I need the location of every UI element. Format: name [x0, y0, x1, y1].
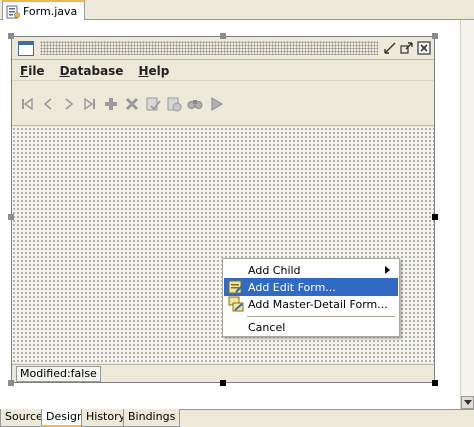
- menu-item-add-master-detail-form[interactable]: Add Master-Detail Form...: [224, 295, 398, 313]
- resize-handle-left[interactable]: [8, 214, 14, 220]
- scroll-down-button[interactable]: [461, 396, 474, 409]
- submenu-arrow-icon: [385, 266, 390, 274]
- menu-separator: [247, 316, 395, 317]
- rollback-icon[interactable]: [165, 94, 182, 114]
- menu-item-add-child[interactable]: Add Child: [224, 261, 398, 279]
- editor-tab-bar: Form.java: [0, 0, 474, 21]
- context-menu: Add Child Add Edit Form... Add Master-De…: [222, 258, 400, 337]
- master-detail-form-icon: [228, 296, 244, 312]
- edit-form-icon: [228, 280, 244, 294]
- first-record-icon[interactable]: [18, 94, 35, 114]
- menu-item-cancel[interactable]: Cancel: [224, 318, 398, 336]
- editor-view-tabs: Source Design History Bindings: [0, 409, 474, 427]
- resize-handle-bottom-right[interactable]: [432, 380, 438, 386]
- window-icon: [18, 41, 34, 56]
- insert-record-icon[interactable]: [102, 94, 119, 114]
- close-icon[interactable]: [416, 40, 432, 56]
- status-label: Modified:false: [16, 366, 101, 382]
- find-icon[interactable]: [186, 94, 203, 114]
- maximize-icon[interactable]: [399, 40, 415, 56]
- title-bar-texture: [40, 41, 378, 55]
- menu-file[interactable]: File: [20, 64, 45, 78]
- editor-tab-form-java[interactable]: Form.java: [2, 0, 85, 21]
- resize-handle-top[interactable]: [220, 33, 226, 39]
- resize-handle-bottom[interactable]: [220, 380, 226, 386]
- navigation-toolbar: [12, 83, 434, 126]
- chevron-down-icon: [463, 399, 472, 405]
- tab-bindings[interactable]: Bindings: [123, 409, 181, 427]
- last-record-icon[interactable]: [81, 94, 98, 114]
- menu-help[interactable]: Help: [138, 64, 169, 78]
- menu-bar: File Database Help: [12, 61, 434, 81]
- java-file-icon: [6, 5, 20, 18]
- menu-database[interactable]: Database: [60, 64, 124, 78]
- resize-handle-right[interactable]: [432, 214, 438, 220]
- next-record-icon[interactable]: [60, 94, 77, 114]
- editor-tab-label: Form.java: [23, 5, 78, 18]
- execute-icon[interactable]: [207, 94, 224, 114]
- vertical-scrollbar[interactable]: [460, 20, 474, 409]
- resize-handle-top-right[interactable]: [432, 33, 438, 39]
- commit-icon[interactable]: [144, 94, 161, 114]
- minimize-icon[interactable]: [382, 40, 398, 56]
- delete-record-icon[interactable]: [123, 94, 140, 114]
- frame-title-bar[interactable]: [12, 37, 434, 60]
- menu-item-add-edit-form[interactable]: Add Edit Form...: [224, 278, 398, 296]
- resize-handle-bottom-left[interactable]: [8, 380, 14, 386]
- previous-record-icon[interactable]: [39, 94, 56, 114]
- resize-handle-top-left[interactable]: [8, 33, 14, 39]
